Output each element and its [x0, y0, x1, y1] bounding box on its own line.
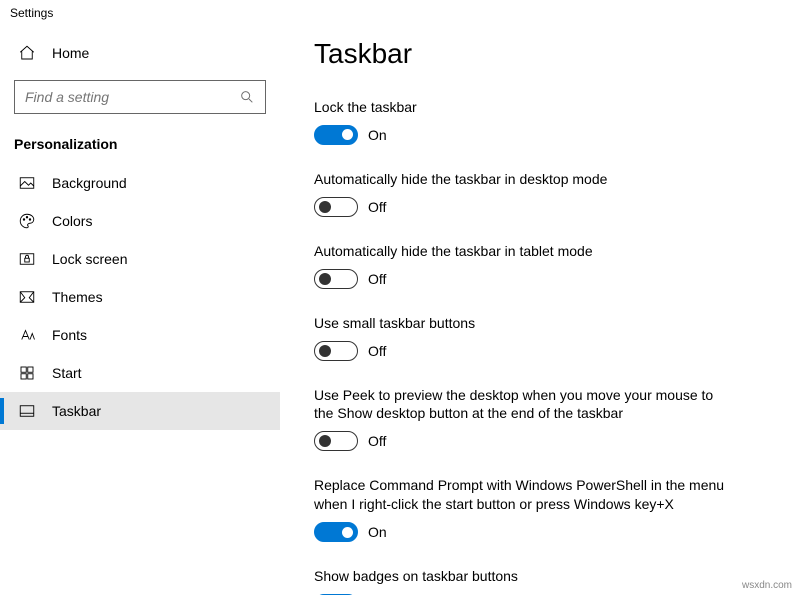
- toggle-switch[interactable]: On: [314, 522, 387, 542]
- toggle-track: [314, 269, 358, 289]
- sidebar-home-label: Home: [52, 45, 89, 61]
- main-content: Taskbar Lock the taskbar On Automatically …: [280, 24, 800, 595]
- sidebar-item-background[interactable]: Background: [0, 164, 280, 202]
- setting-row: Use small taskbar buttons Off: [314, 314, 776, 364]
- setting-label: Replace Command Prompt with Windows Powe…: [314, 476, 734, 514]
- palette-icon: [18, 212, 36, 230]
- toggle-state-label: On: [368, 127, 387, 143]
- setting-label: Use Peek to preview the desktop when you…: [314, 386, 734, 424]
- taskbar-icon: [18, 402, 36, 420]
- sidebar-item-start[interactable]: Start: [0, 354, 280, 392]
- sidebar-item-fonts[interactable]: Fonts: [0, 316, 280, 354]
- toggle-state-label: Off: [368, 343, 386, 359]
- sidebar-item-label: Fonts: [52, 327, 87, 343]
- sidebar-item-label: Themes: [52, 289, 103, 305]
- setting-row: Lock the taskbar On: [314, 98, 776, 148]
- home-icon: [18, 44, 36, 62]
- lock-screen-icon: [18, 250, 36, 268]
- toggle-state-label: Off: [368, 433, 386, 449]
- toggle-thumb: [319, 435, 331, 447]
- sidebar-item-label: Taskbar: [52, 403, 101, 419]
- watermark: wsxdn.com: [742, 580, 792, 591]
- toggle-track: [314, 522, 358, 542]
- toggle-track: [314, 341, 358, 361]
- sidebar: Home Personalization Background Colors: [0, 24, 280, 595]
- setting-label: Automatically hide the taskbar in deskto…: [314, 170, 734, 189]
- themes-icon: [18, 288, 36, 306]
- toggle-state-label: Off: [368, 199, 386, 215]
- setting-row: Automatically hide the taskbar in tablet…: [314, 242, 776, 292]
- toggle-track: [314, 197, 358, 217]
- toggle-thumb: [319, 201, 331, 213]
- toggle-thumb: [319, 345, 331, 357]
- toggle-thumb: [319, 273, 331, 285]
- sidebar-item-colors[interactable]: Colors: [0, 202, 280, 240]
- sidebar-item-themes[interactable]: Themes: [0, 278, 280, 316]
- setting-row: Use Peek to preview the desktop when you…: [314, 386, 776, 455]
- toggle-state-label: Off: [368, 271, 386, 287]
- setting-row: Show badges on taskbar buttonsOn: [314, 567, 776, 595]
- toggle-switch[interactable]: Off: [314, 197, 386, 217]
- toggle-switch[interactable]: Off: [314, 269, 386, 289]
- toggle-thumb: [342, 527, 353, 538]
- toggle-track: [314, 431, 358, 451]
- setting-label: Lock the taskbar: [314, 98, 734, 117]
- search-box[interactable]: [14, 80, 266, 114]
- setting-row: Replace Command Prompt with Windows Powe…: [314, 476, 776, 545]
- toggle-switch[interactable]: On: [314, 125, 387, 145]
- sidebar-item-label: Start: [52, 365, 82, 381]
- setting-label: Use small taskbar buttons: [314, 314, 734, 333]
- start-icon: [18, 364, 36, 382]
- sidebar-item-label: Lock screen: [52, 251, 127, 267]
- sidebar-item-lock-screen[interactable]: Lock screen: [0, 240, 280, 278]
- sidebar-item-taskbar[interactable]: Taskbar: [0, 392, 280, 430]
- fonts-icon: [18, 326, 36, 344]
- setting-row: Automatically hide the taskbar in deskto…: [314, 170, 776, 220]
- toggle-switch[interactable]: Off: [314, 341, 386, 361]
- toggle-track: [314, 125, 358, 145]
- search-icon: [239, 89, 255, 105]
- toggle-state-label: On: [368, 524, 387, 540]
- sidebar-category: Personalization: [0, 128, 280, 164]
- toggle-thumb: [342, 129, 353, 140]
- setting-label: Show badges on taskbar buttons: [314, 567, 734, 586]
- page-title: Taskbar: [314, 38, 776, 70]
- search-input[interactable]: [25, 89, 239, 105]
- setting-label: Automatically hide the taskbar in tablet…: [314, 242, 734, 261]
- picture-icon: [18, 174, 36, 192]
- sidebar-item-label: Background: [52, 175, 127, 191]
- window-title: Settings: [0, 0, 800, 24]
- sidebar-item-label: Colors: [52, 213, 92, 229]
- sidebar-home[interactable]: Home: [0, 34, 280, 72]
- toggle-switch[interactable]: Off: [314, 431, 386, 451]
